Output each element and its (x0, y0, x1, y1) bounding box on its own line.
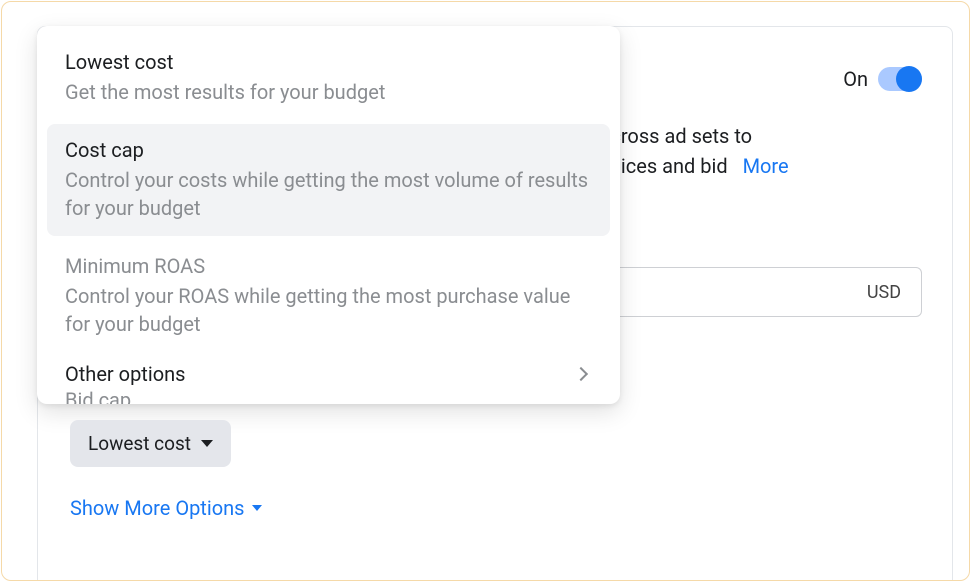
currency-code: USD (867, 282, 901, 303)
menu-item-other-options[interactable]: Other options (37, 352, 620, 386)
caret-down-icon (252, 505, 262, 511)
chevron-right-icon (574, 367, 588, 381)
show-more-options-link[interactable]: Show More Options (70, 496, 262, 520)
menu-item-subtitle: Control your costs while getting the mos… (65, 166, 592, 222)
other-options-label: Other options (65, 362, 185, 386)
bid-strategy-select[interactable]: Lowest cost (70, 420, 231, 467)
desc-line-1: t across ad sets to (588, 121, 922, 151)
menu-item-minimum-roas: Minimum ROAS Control your ROAS while get… (37, 240, 620, 352)
on-toggle-group: On (843, 67, 922, 91)
menu-item-title: Cost cap (65, 138, 592, 162)
toggle-knob (896, 66, 922, 92)
menu-item-cost-cap[interactable]: Cost cap Control your costs while gettin… (47, 124, 610, 236)
toggle-label: On (843, 67, 868, 91)
menu-item-bid-cap-peek: Bid cap (37, 386, 620, 404)
chip-label: Lowest cost (88, 432, 191, 455)
menu-item-subtitle: Control your ROAS while getting the most… (65, 282, 592, 338)
show-more-label: Show More Options (70, 496, 244, 520)
budget-description: t across ad sets to choices and bid More (588, 121, 922, 181)
menu-item-lowest-cost[interactable]: Lowest cost Get the most results for you… (37, 36, 620, 120)
budget-optimization-toggle[interactable] (878, 67, 922, 91)
menu-item-subtitle: Get the most results for your budget (65, 78, 592, 106)
learn-more-link[interactable]: More (743, 154, 789, 178)
menu-item-title: Minimum ROAS (65, 254, 592, 278)
caret-down-icon (201, 440, 213, 447)
menu-item-title: Lowest cost (65, 50, 592, 74)
bid-strategy-dropdown-menu: Lowest cost Get the most results for you… (37, 26, 620, 404)
